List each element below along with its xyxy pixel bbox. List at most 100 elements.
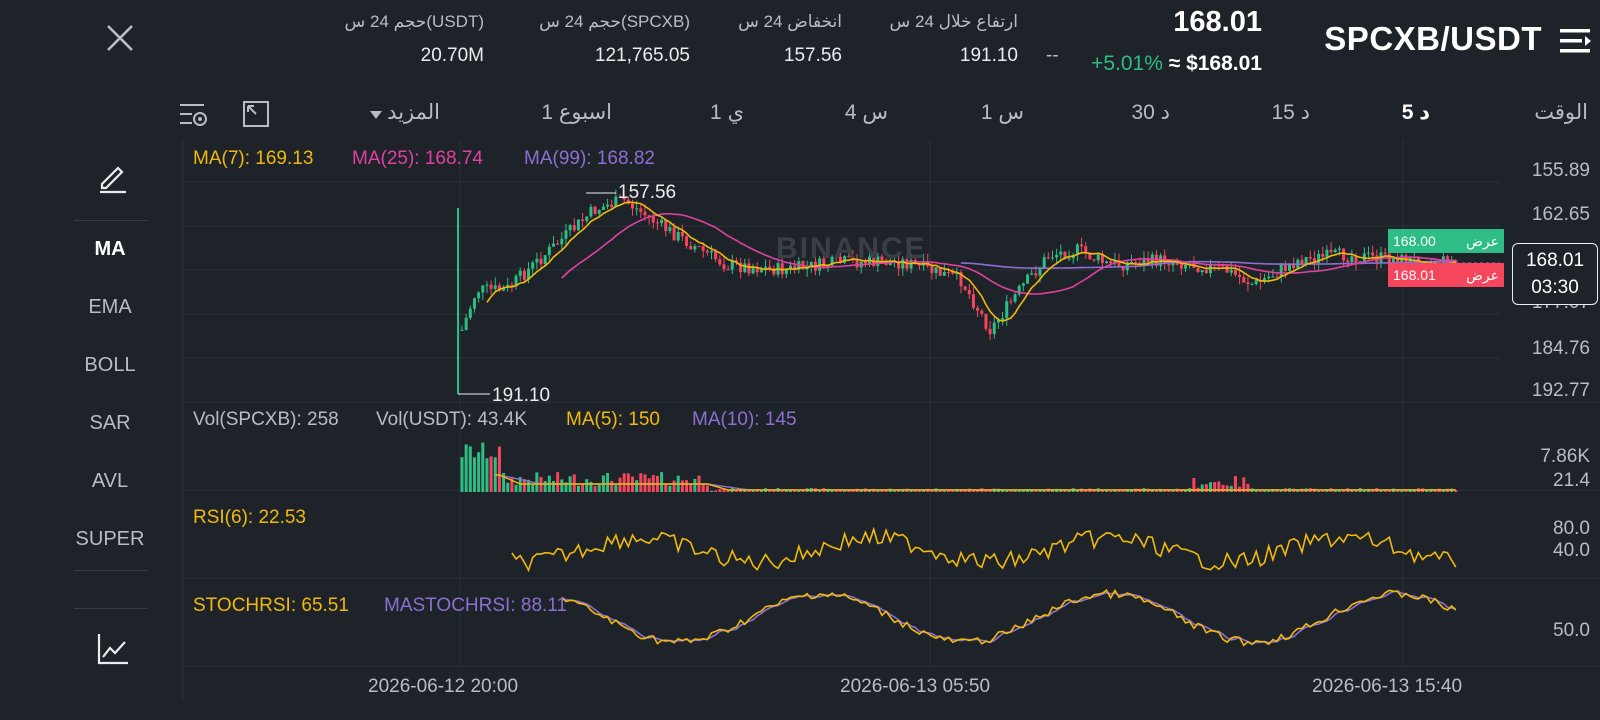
candle-body	[1342, 248, 1346, 261]
candle-body	[556, 243, 560, 245]
candle-body	[980, 310, 984, 314]
vol-quote-legend: Vol(USDT): 43.4K	[376, 409, 527, 430]
ask-order-tag[interactable]: 168.00 عرض	[1388, 229, 1504, 253]
candle-body	[1059, 251, 1063, 255]
candle-body	[481, 285, 485, 293]
candle-body	[934, 267, 938, 273]
stochrsi-legend: STOCHRSI: 65.51	[193, 595, 349, 616]
volume-bar	[1109, 490, 1113, 492]
candle-body	[1254, 280, 1258, 285]
volume-bar	[1013, 490, 1017, 492]
candle-body	[1321, 253, 1325, 257]
volume-bar	[551, 480, 555, 492]
volume-bar	[664, 483, 668, 492]
volume-bar	[1321, 490, 1325, 492]
candle-body	[1371, 252, 1375, 256]
volume-bar	[1337, 490, 1341, 492]
candle-body	[701, 246, 705, 251]
candle-body	[1055, 254, 1059, 258]
candle-body	[1325, 249, 1329, 257]
order-tag-label: عرض	[1465, 266, 1499, 283]
volume-bar	[514, 484, 518, 492]
candle-body	[697, 246, 701, 248]
candle-body	[1092, 259, 1096, 261]
candle-body	[1001, 318, 1005, 320]
candle-body	[635, 208, 639, 210]
candle-body	[1129, 261, 1133, 263]
volume-bar	[1258, 490, 1262, 492]
volume-bar	[768, 490, 772, 492]
volume-bar	[1221, 484, 1225, 492]
time-axis-label: 2026-06-13 05:50	[840, 676, 991, 697]
rsi-legend: RSI(6): 22.53	[193, 507, 306, 528]
volume-bar	[705, 485, 709, 492]
candle-body	[668, 227, 672, 232]
volume-bar	[1229, 485, 1233, 492]
volume-bar	[971, 490, 975, 492]
volume-bar	[1387, 490, 1391, 492]
volume-bar	[481, 442, 485, 492]
volume-bar	[672, 480, 676, 492]
candle-body	[1337, 248, 1341, 250]
candle-body	[1013, 294, 1017, 302]
volume-bar	[660, 472, 664, 492]
candle-body	[1026, 274, 1030, 284]
candle-body	[722, 264, 726, 270]
volume-bar	[668, 485, 672, 492]
volume-bar	[942, 490, 946, 492]
volume-bar	[1404, 490, 1408, 492]
candle-body	[967, 289, 971, 295]
candle-body	[976, 307, 980, 311]
candle-body	[651, 216, 655, 223]
volume-bar	[635, 480, 639, 492]
candle-body	[759, 269, 763, 273]
candle-body	[643, 211, 647, 216]
candle-body	[655, 222, 659, 224]
candle-body	[489, 284, 493, 289]
candle-body	[942, 272, 946, 276]
candle-body	[718, 259, 722, 265]
price-axis-label: 155.89	[1531, 160, 1590, 181]
volume-bar	[639, 473, 643, 492]
candle-body	[589, 206, 593, 217]
volume-bar	[576, 485, 580, 492]
order-tag-price: 168.01	[1393, 267, 1436, 283]
candle-body	[710, 251, 713, 253]
candle-body	[689, 245, 693, 250]
volume-bar	[543, 480, 547, 492]
candle-body	[971, 294, 975, 308]
candle-body	[685, 236, 689, 246]
candle-body	[1134, 261, 1138, 263]
rsi-line	[511, 526, 1457, 573]
candle-body	[539, 258, 543, 265]
candle-body	[1242, 277, 1246, 283]
candle-body	[1275, 276, 1279, 278]
candle-body	[693, 246, 697, 250]
candle-body	[1179, 264, 1183, 269]
volume-bar	[947, 490, 951, 492]
candle-body	[535, 258, 539, 263]
candle-body	[1229, 269, 1233, 273]
volume-bar	[1009, 490, 1013, 492]
candle-body	[660, 219, 664, 224]
ask-order-tag[interactable]: 168.01 عرض	[1388, 263, 1504, 287]
candle-body	[460, 329, 464, 331]
candle-body	[1204, 270, 1208, 274]
candle-body	[585, 216, 589, 221]
candle-body	[1238, 274, 1242, 278]
volume-axis-label: 7.86K	[1540, 446, 1590, 467]
order-tag-label: عرض	[1465, 232, 1499, 249]
candle-body	[1196, 267, 1200, 273]
rsi-axis-label: 40.0	[1553, 540, 1590, 561]
volume-bar	[572, 474, 576, 492]
volume-bar	[1238, 486, 1242, 492]
volume-bar	[1121, 490, 1125, 492]
candle-body	[606, 204, 610, 207]
volume-bar	[1163, 490, 1167, 492]
candle-body	[751, 268, 755, 274]
volume-bar	[643, 474, 647, 492]
volume-bar	[1184, 490, 1188, 492]
volume-bar	[693, 478, 697, 492]
candle-body	[1100, 254, 1104, 264]
volume-bar	[622, 473, 626, 492]
